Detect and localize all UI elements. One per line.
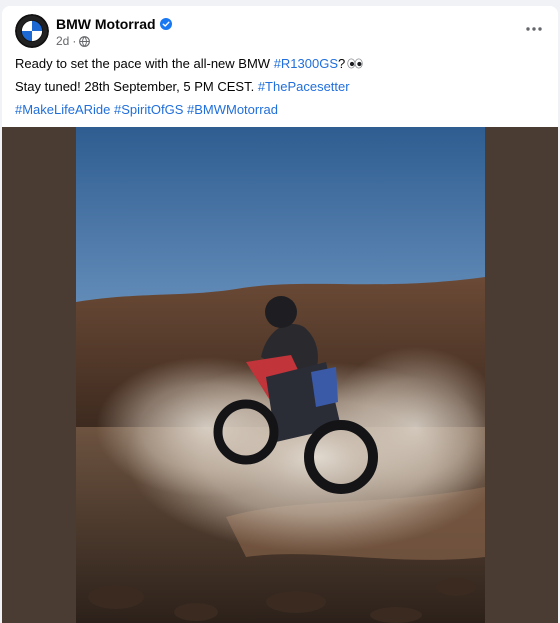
more-horizontal-icon [526, 27, 542, 31]
post-line-1-text: Ready to set the pace with the all-new B… [15, 56, 274, 71]
post-line-1: Ready to set the pace with the all-new B… [15, 56, 545, 71]
post-meta: 2d · [56, 34, 91, 48]
more-options-button[interactable] [522, 17, 546, 41]
meta-separator: · [72, 34, 77, 48]
post-line-1-suffix: ? [338, 56, 346, 71]
post-text: Ready to set the pace with the all-new B… [15, 56, 545, 125]
post-media [2, 127, 558, 623]
post-card: BMW Motorrad 2d · Ready to set the pace … [2, 6, 558, 623]
hashtag-spiritofgs[interactable]: #SpiritOfGS [114, 102, 183, 117]
post-line-3: #MakeLifeARide #SpiritOfGS #BMWMotorrad [15, 102, 545, 117]
post-header: BMW Motorrad 2d · [2, 6, 558, 54]
hashtag-bmwmotorrad[interactable]: #BMWMotorrad [187, 102, 278, 117]
post-timestamp[interactable]: 2d [56, 34, 69, 48]
hashtag-makelifearide[interactable]: #MakeLifeARide [15, 102, 110, 117]
verified-badge-icon [159, 18, 172, 30]
post-line-2-text: Stay tuned! 28th September, 5 PM CEST. [15, 79, 258, 94]
hashtag-r1300gs[interactable]: #R1300GS [274, 56, 338, 71]
post-line-2: Stay tuned! 28th September, 5 PM CEST. #… [15, 79, 545, 94]
post-photo[interactable] [76, 127, 485, 623]
page-name[interactable]: BMW Motorrad [56, 16, 156, 32]
globe-icon[interactable] [79, 35, 91, 47]
bmw-logo-avatar[interactable] [15, 14, 49, 48]
eyes-emoji-icon [347, 58, 363, 69]
hashtag-thepacesetter[interactable]: #ThePacesetter [258, 79, 350, 94]
name-row: BMW Motorrad [56, 16, 172, 32]
